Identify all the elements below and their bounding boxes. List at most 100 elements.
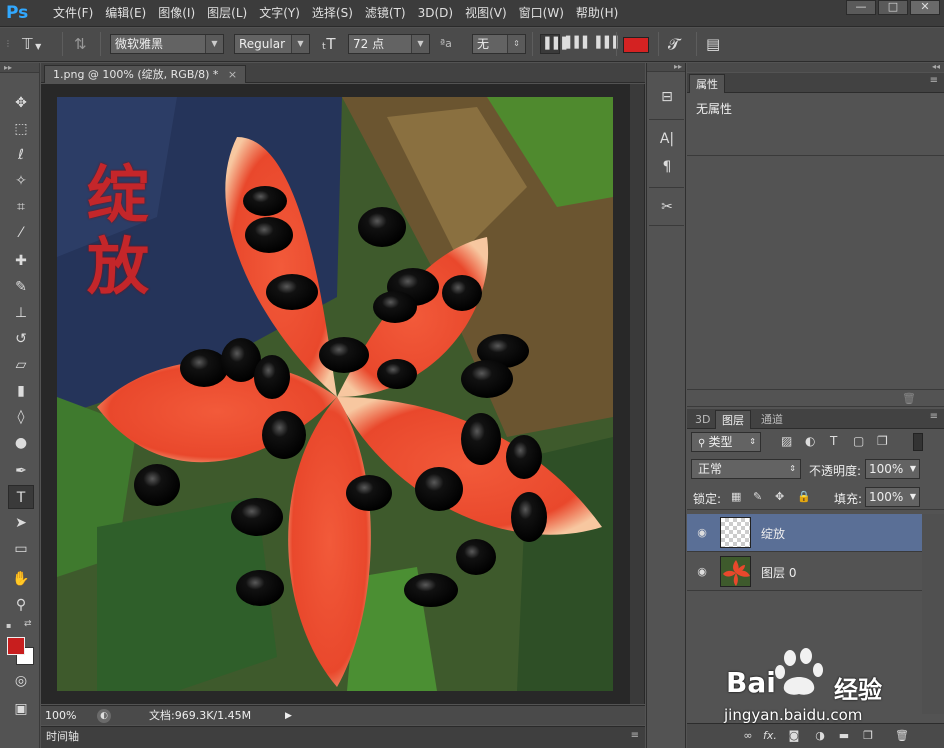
- maximize-button[interactable]: □: [878, 0, 908, 15]
- minimize-button[interactable]: —: [846, 0, 876, 15]
- visibility-eye-icon[interactable]: ◉: [695, 565, 709, 579]
- character-panel-icon[interactable]: A|: [653, 127, 681, 151]
- panel-collapse-icon[interactable]: ▸▸: [0, 63, 39, 73]
- align-center-icon[interactable]: ▌▌▌: [566, 34, 591, 54]
- adjustment-layer-icon[interactable]: ◑: [811, 727, 829, 745]
- layer-filter-select[interactable]: ⚲ 类型 ⇕: [691, 432, 761, 452]
- lock-pixels-icon[interactable]: ✎: [753, 490, 762, 503]
- menu-3d[interactable]: 3D(D): [412, 0, 459, 26]
- screen-mode-icon[interactable]: ▣: [8, 697, 34, 721]
- blur-tool-icon[interactable]: ◊: [8, 405, 34, 429]
- filter-pixel-icon[interactable]: ▨: [781, 434, 792, 448]
- fill-input[interactable]: 100% ▼: [865, 487, 920, 507]
- tab-3d[interactable]: 3D: [689, 410, 716, 429]
- new-layer-icon[interactable]: ❐: [859, 727, 877, 745]
- zoom-tool-icon[interactable]: ⚲: [8, 593, 34, 617]
- filter-smart-object-icon[interactable]: ❐: [877, 434, 888, 448]
- add-mask-icon[interactable]: ◙: [785, 727, 803, 745]
- menu-image[interactable]: 图像(I): [152, 0, 201, 26]
- tab-properties[interactable]: 属性: [689, 74, 725, 93]
- canvas-area[interactable]: 绽放: [41, 84, 645, 704]
- magic-wand-tool-icon[interactable]: ✧: [8, 169, 34, 193]
- timeline-tab[interactable]: 时间轴: [46, 729, 79, 745]
- pen-tool-icon[interactable]: ✒: [8, 459, 34, 483]
- menu-layer[interactable]: 图层(L): [201, 0, 253, 26]
- layers-scrollbar[interactable]: [922, 514, 944, 714]
- hand-tool-icon[interactable]: ✋: [8, 567, 34, 591]
- tab-close-icon[interactable]: ×: [228, 68, 237, 81]
- panel-menu-icon[interactable]: ≡: [930, 75, 938, 86]
- crop-tool-icon[interactable]: ⌗: [8, 195, 34, 219]
- font-family-select[interactable]: 微软雅黑 ▼: [110, 34, 224, 54]
- move-tool-icon[interactable]: ✥: [8, 91, 34, 115]
- link-layers-icon[interactable]: ∞: [739, 727, 757, 745]
- opacity-input[interactable]: 100% ▼: [865, 459, 920, 479]
- anti-alias-select[interactable]: 无 ⇕: [472, 34, 526, 54]
- tab-layers[interactable]: 图层: [715, 410, 751, 429]
- swap-colors-icon[interactable]: ⇄: [24, 619, 34, 629]
- status-info-icon[interactable]: ◐: [97, 709, 111, 723]
- history-brush-tool-icon[interactable]: ↺: [8, 327, 34, 351]
- canvas-vertical-scrollbar[interactable]: [630, 84, 644, 704]
- eraser-tool-icon[interactable]: ▱: [8, 353, 34, 377]
- lock-transparent-icon[interactable]: ▦: [731, 490, 741, 503]
- zoom-field[interactable]: 100%: [45, 708, 76, 724]
- warp-text-icon[interactable]: 𝓣: [668, 34, 688, 54]
- menu-select[interactable]: 选择(S): [306, 0, 359, 26]
- character-panel-icon[interactable]: ▤: [706, 34, 728, 54]
- paragraph-panel-icon[interactable]: ¶: [653, 155, 681, 179]
- layer-name[interactable]: 绽放: [761, 525, 785, 542]
- marquee-tool-icon[interactable]: ⬚: [8, 117, 34, 141]
- new-group-icon[interactable]: ▬: [835, 727, 853, 745]
- dodge-tool-icon[interactable]: ●: [8, 431, 34, 455]
- font-style-select[interactable]: Regular ▼: [234, 34, 310, 54]
- canvas-image[interactable]: 绽放: [57, 97, 613, 691]
- menu-type[interactable]: 文字(Y): [253, 0, 306, 26]
- text-color-swatch[interactable]: [623, 37, 649, 53]
- filter-adjustment-icon[interactable]: ◐: [805, 434, 815, 448]
- filter-type-icon[interactable]: T: [830, 434, 837, 448]
- lock-all-icon[interactable]: 🔒: [797, 490, 811, 503]
- menu-view[interactable]: 视图(V): [459, 0, 513, 26]
- path-selection-tool-icon[interactable]: ➤: [8, 511, 34, 535]
- rectangle-tool-icon[interactable]: ▭: [8, 537, 34, 561]
- brush-tool-icon[interactable]: ✎: [8, 275, 34, 299]
- menu-file[interactable]: 文件(F): [47, 0, 99, 26]
- layer-row-image[interactable]: ◉ 图层 0: [687, 553, 922, 591]
- close-button[interactable]: ✕: [910, 0, 940, 15]
- tab-channels[interactable]: 通道: [755, 410, 789, 429]
- filter-toggle[interactable]: [913, 433, 923, 451]
- panel-menu-icon[interactable]: ≡: [930, 411, 938, 422]
- menu-edit[interactable]: 编辑(E): [99, 0, 152, 26]
- layer-name[interactable]: 图层 0: [761, 564, 796, 581]
- quick-mask-icon[interactable]: ◎: [8, 669, 34, 693]
- default-colors-icon[interactable]: ▪: [6, 621, 16, 630]
- align-left-icon[interactable]: ▐▐▐: [540, 34, 566, 54]
- history-panel-icon[interactable]: ⊟: [653, 85, 681, 109]
- delete-layer-icon[interactable]: 🗑: [893, 727, 911, 745]
- align-right-icon[interactable]: ▐▐▐: [592, 34, 617, 54]
- blend-mode-select[interactable]: 正常 ⇕: [691, 459, 801, 479]
- clone-stamp-tool-icon[interactable]: ⊥: [8, 301, 34, 325]
- panel-menu-icon[interactable]: ≡: [631, 730, 639, 741]
- panels-collapse-icon[interactable]: ◂◂: [687, 63, 944, 72]
- strip-collapse-icon[interactable]: ▸▸: [647, 63, 685, 72]
- document-tab[interactable]: 1.png @ 100% (绽放, RGB/8) * ×: [44, 65, 247, 83]
- toggle-text-orientation-icon[interactable]: ⇅: [74, 34, 94, 54]
- menu-window[interactable]: 窗口(W): [513, 0, 570, 26]
- healing-brush-tool-icon[interactable]: ✚: [8, 249, 34, 273]
- type-tool-icon[interactable]: T: [8, 485, 34, 509]
- tool-preset-picker[interactable]: 𝕋 ▼: [22, 34, 56, 54]
- lasso-tool-icon[interactable]: ℓ: [8, 143, 34, 167]
- menu-filter[interactable]: 滤镜(T): [359, 0, 412, 26]
- visibility-eye-icon[interactable]: ◉: [695, 526, 709, 540]
- eyedropper-tool-icon[interactable]: ⁄: [8, 221, 34, 245]
- menu-help[interactable]: 帮助(H): [570, 0, 624, 26]
- filter-shape-icon[interactable]: ▢: [853, 434, 864, 448]
- layer-style-button[interactable]: fx.: [761, 727, 779, 745]
- canvas-text-layer[interactable]: 绽放: [87, 159, 167, 303]
- status-menu-arrow-icon[interactable]: ▶: [285, 709, 297, 723]
- foreground-color-swatch[interactable]: [7, 637, 25, 655]
- gradient-tool-icon[interactable]: ▮: [8, 379, 34, 403]
- trash-icon[interactable]: 🗑: [902, 392, 916, 405]
